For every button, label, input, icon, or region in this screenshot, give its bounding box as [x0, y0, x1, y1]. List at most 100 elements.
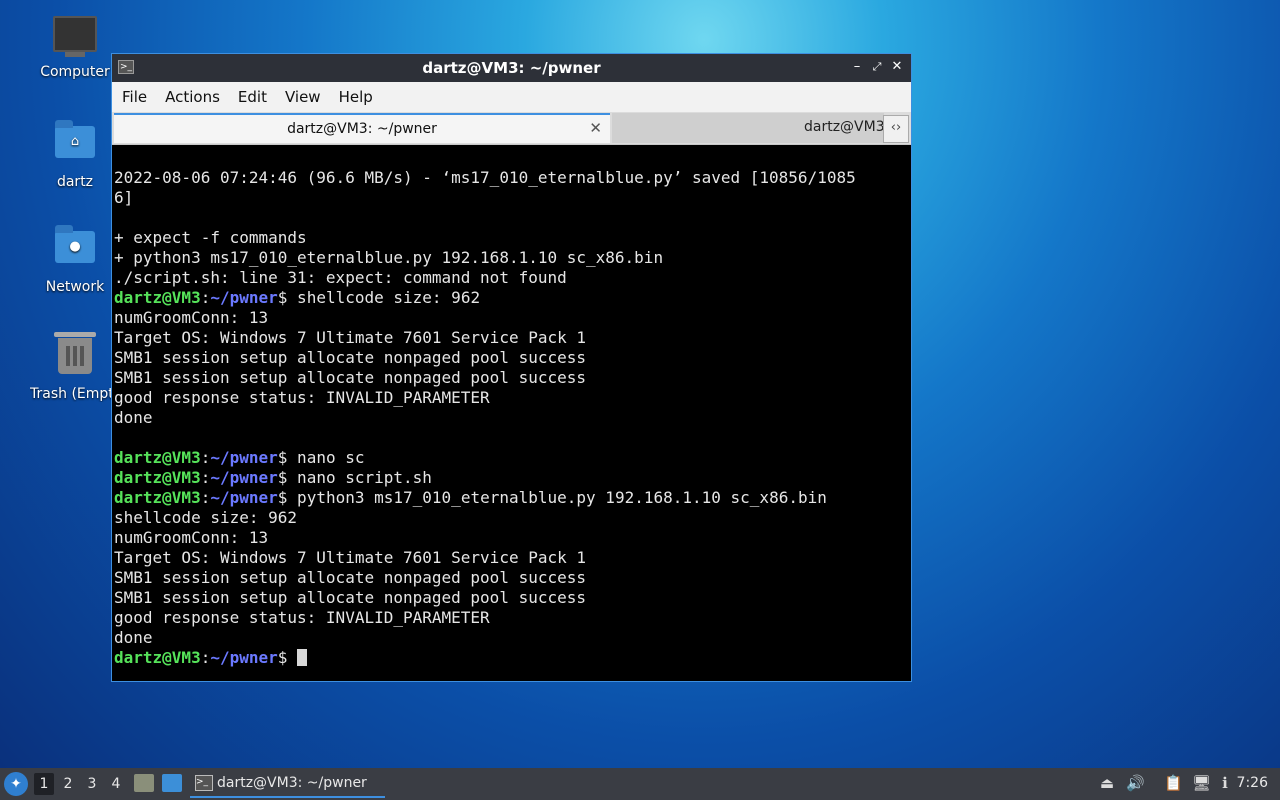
window-title: dartz@VM3: ~/pwner	[422, 59, 601, 77]
prompt-path: ~/pwner	[210, 468, 278, 487]
minimize-button[interactable]: –	[849, 59, 865, 75]
terminal-line: SMB1 session setup allocate nonpaged poo…	[114, 568, 909, 588]
prompt-dollar: $	[277, 468, 288, 487]
terminal-line: SMB1 session setup allocate nonpaged poo…	[114, 348, 909, 368]
tab-inactive[interactable]: dartz@VM3: ~/pwner	[612, 113, 884, 143]
menu-help[interactable]: Help	[333, 88, 385, 106]
workspace-1[interactable]: 1	[34, 773, 54, 795]
menu-file[interactable]: File	[116, 88, 159, 106]
terminal-line-text: 2022-08-06 07:24:46 (96.6 MB/s) - ‘ms17_…	[114, 168, 856, 187]
tab-active[interactable]: dartz@VM3: ~/pwner ✕	[114, 113, 610, 143]
taskbar-task-terminal[interactable]: >_ dartz@VM3: ~/pwner	[190, 770, 385, 798]
terminal-line: SMB1 session setup allocate nonpaged poo…	[114, 368, 909, 388]
terminal-line: + python3 ms17_010_eternalblue.py 192.16…	[114, 248, 909, 268]
desktop-icon-label: Network	[45, 279, 105, 295]
prompt-colon: :	[200, 488, 211, 507]
terminal-line-text: nano sc	[287, 448, 365, 467]
close-button[interactable]: ✕	[889, 59, 905, 75]
prompt-user: dartz@VM3	[114, 648, 201, 667]
prompt-user: dartz@VM3	[114, 488, 201, 507]
notification-icon[interactable]: ℹ	[1216, 774, 1234, 792]
terminal-line: dartz@VM3:~/pwner$ nano sc	[114, 448, 909, 468]
start-menu-button[interactable]: ✦	[4, 772, 28, 796]
workspace-3[interactable]: 3	[82, 776, 102, 792]
terminal-line-text: shellcode size: 962	[287, 288, 481, 307]
prompt-colon: :	[200, 468, 211, 487]
terminal-line-text: + expect -f commands	[114, 228, 307, 247]
window-titlebar[interactable]: >_ dartz@VM3: ~/pwner – ⤢ ✕	[112, 54, 911, 82]
terminal-line-text	[287, 648, 297, 667]
terminal-line: 6]	[114, 188, 909, 208]
terminal-app-icon: >_	[195, 775, 213, 791]
tab-scroll-arrows[interactable]: ‹›	[883, 115, 909, 143]
menu-actions[interactable]: Actions	[159, 88, 232, 106]
terminal-line-text: python3 ms17_010_eternalblue.py 192.168.…	[287, 488, 827, 507]
tab-label: dartz@VM3: ~/pwner	[287, 121, 437, 137]
terminal-line: dartz@VM3:~/pwner$ python3 ms17_010_eter…	[114, 488, 909, 508]
terminal-line-text: + python3 ms17_010_eternalblue.py 192.16…	[114, 248, 664, 267]
terminal-line-text: Target OS: Windows 7 Ultimate 7601 Servi…	[114, 328, 587, 347]
terminal-line-text: good response status: INVALID_PARAMETER	[114, 608, 490, 627]
terminal-line: Target OS: Windows 7 Ultimate 7601 Servi…	[114, 548, 909, 568]
task-label: dartz@VM3: ~/pwner	[217, 775, 367, 791]
terminal-line: 2022-08-06 07:24:46 (96.6 MB/s) - ‘ms17_…	[114, 168, 909, 188]
trash-icon	[53, 332, 97, 382]
terminal-line: dartz@VM3:~/pwner$	[114, 648, 909, 668]
terminal-line-text: SMB1 session setup allocate nonpaged poo…	[114, 368, 587, 387]
terminal-line-text: Target OS: Windows 7 Ultimate 7601 Servi…	[114, 548, 587, 567]
clipboard-icon[interactable]: 📋	[1164, 774, 1183, 792]
terminal-output[interactable]: 2022-08-06 07:24:46 (96.6 MB/s) - ‘ms17_…	[114, 146, 909, 679]
terminal-line: dartz@VM3:~/pwner$ nano script.sh	[114, 468, 909, 488]
prompt-colon: :	[200, 448, 211, 467]
terminal-line: ./script.sh: line 31: expect: command no…	[114, 268, 909, 288]
terminal-line-text: SMB1 session setup allocate nonpaged poo…	[114, 568, 587, 587]
tab-bar: dartz@VM3: ~/pwner ✕ dartz@VM3: ~/pwner …	[112, 112, 911, 145]
computer-icon	[53, 16, 97, 60]
prompt-user: dartz@VM3	[114, 448, 201, 467]
desktop-icon-label: Trash (Empty)	[30, 386, 120, 402]
terminal-line-text: good response status: INVALID_PARAMETER	[114, 388, 490, 407]
terminal-cursor	[297, 649, 308, 666]
terminal-line: good response status: INVALID_PARAMETER	[114, 388, 909, 408]
taskbar: ✦ 1 2 3 4 >_ dartz@VM3: ~/pwner ⏏ 🔊 📋 🖥 …	[0, 768, 1280, 800]
terminal-line-text: numGroomConn: 13	[114, 528, 269, 547]
workspace-4[interactable]: 4	[106, 776, 126, 792]
tab-close-icon[interactable]: ✕	[589, 119, 602, 137]
terminal-line-text: done	[114, 408, 153, 427]
terminal-line-text: SMB1 session setup allocate nonpaged poo…	[114, 348, 587, 367]
prompt-dollar: $	[277, 488, 288, 507]
prompt-dollar: $	[277, 448, 288, 467]
network-folder-icon: ●	[53, 225, 97, 275]
terminal-line-text: shellcode size: 962	[114, 508, 298, 527]
update-icon[interactable]: ⏏	[1098, 774, 1116, 792]
maximize-button[interactable]: ⤢	[869, 59, 885, 75]
prompt-colon: :	[200, 288, 211, 307]
terminal-line: good response status: INVALID_PARAMETER	[114, 608, 909, 628]
terminal-line-text: done	[114, 628, 153, 647]
prompt-user: dartz@VM3	[114, 468, 201, 487]
menu-view[interactable]: View	[279, 88, 333, 106]
terminal-line-text: numGroomConn: 13	[114, 308, 269, 327]
terminal-window: >_ dartz@VM3: ~/pwner – ⤢ ✕ File Actions…	[111, 53, 912, 682]
terminal-line: numGroomConn: 13	[114, 308, 909, 328]
prompt-path: ~/pwner	[210, 488, 278, 507]
terminal-line-text: ./script.sh: line 31: expect: command no…	[114, 268, 567, 287]
home-folder-icon: ⌂	[53, 120, 97, 170]
volume-icon[interactable]: 🔊	[1126, 774, 1145, 792]
show-desktop-icon[interactable]	[162, 774, 182, 792]
network-icon[interactable]: 🖥	[1192, 774, 1211, 792]
prompt-path: ~/pwner	[210, 448, 278, 467]
terminal-line: Target OS: Windows 7 Ultimate 7601 Servi…	[114, 328, 909, 348]
clock[interactable]: 7:26	[1237, 775, 1268, 791]
terminal-line: SMB1 session setup allocate nonpaged poo…	[114, 588, 909, 608]
terminal-line-text: SMB1 session setup allocate nonpaged poo…	[114, 588, 587, 607]
menu-edit[interactable]: Edit	[232, 88, 279, 106]
workspace-2[interactable]: 2	[58, 776, 78, 792]
terminal-line-text: nano script.sh	[287, 468, 432, 487]
menu-bar: File Actions Edit View Help	[112, 82, 911, 112]
desktop-icon-label: dartz	[56, 174, 94, 190]
terminal-line: done	[114, 408, 909, 428]
prompt-dollar: $	[277, 288, 288, 307]
file-manager-icon[interactable]	[134, 774, 154, 792]
